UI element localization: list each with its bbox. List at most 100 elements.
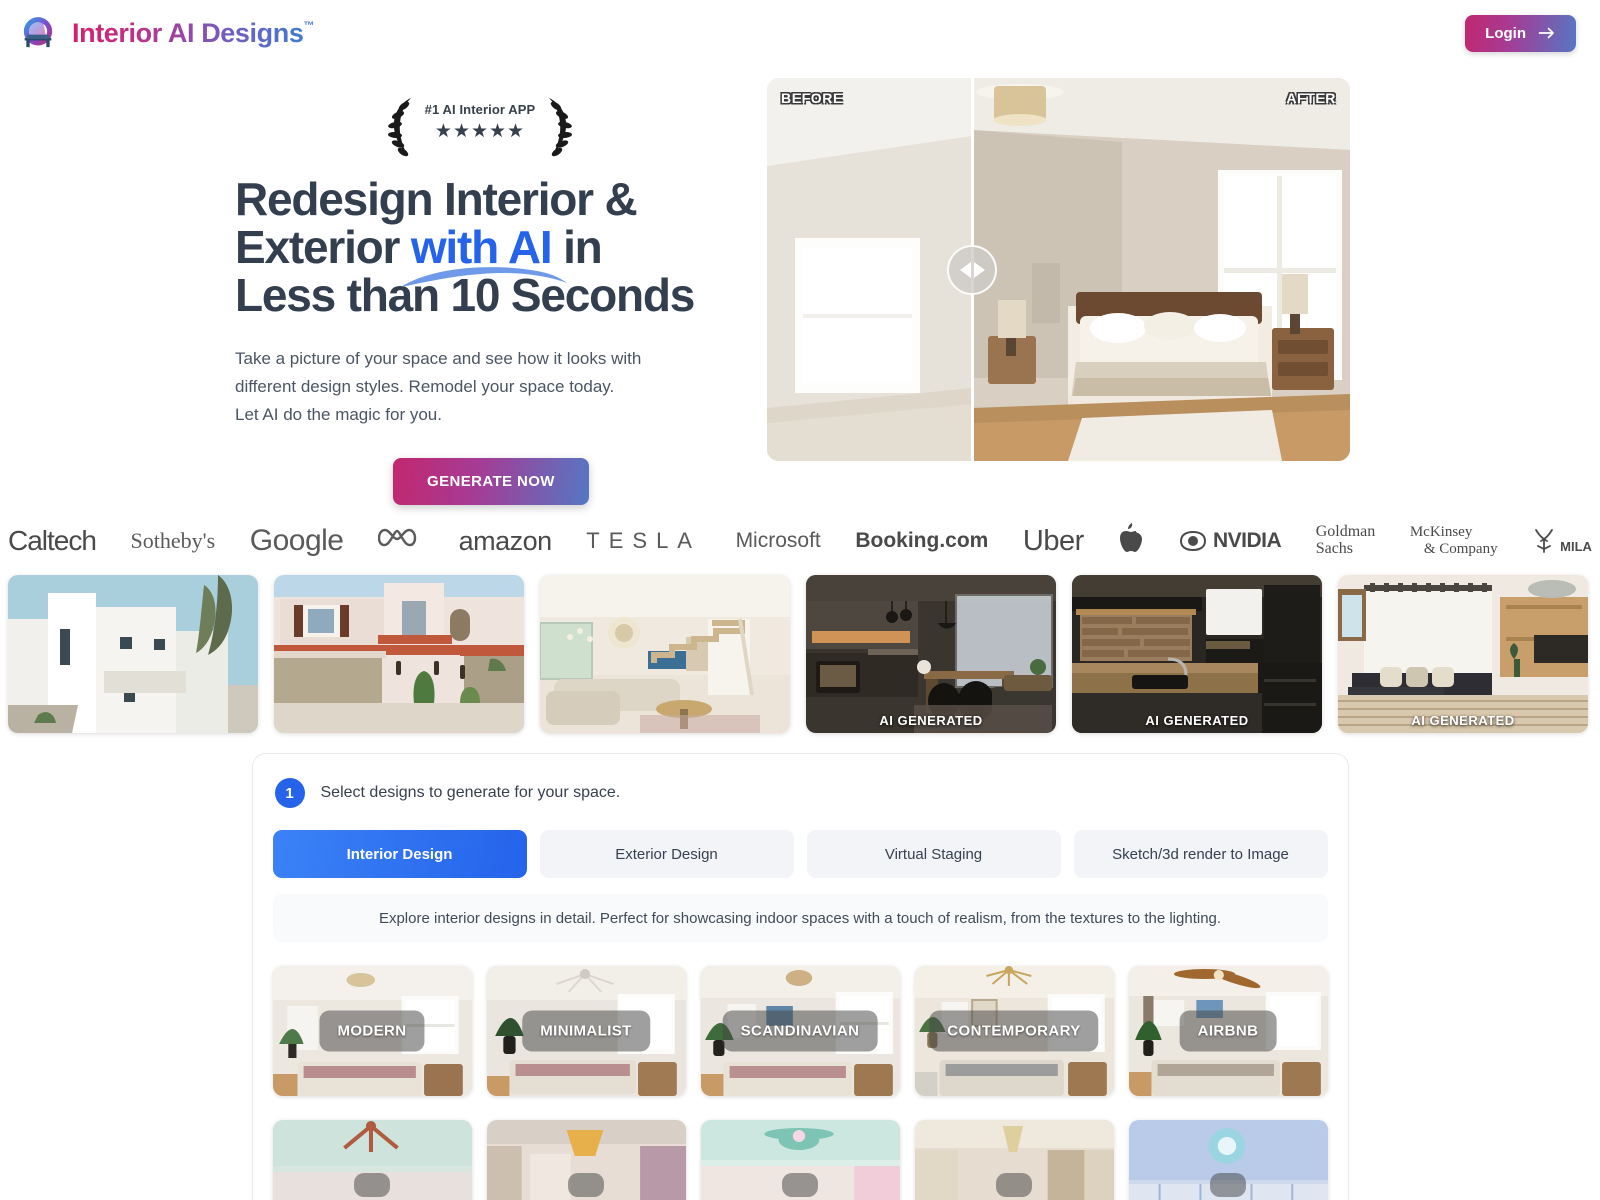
generator-panel-area: 1 Select designs to generate for your sp… [0, 753, 1600, 1200]
after-image [972, 78, 1350, 461]
brand-logo-mila: MILA [1532, 528, 1592, 554]
hero-subtext: Take a picture of your space and see how… [235, 345, 750, 428]
arrow-left-icon [959, 262, 971, 278]
brand-logo-amazon: amazon [458, 525, 553, 556]
style-card-scandinavian[interactable]: SCANDINAVIAN [700, 966, 900, 1097]
meta-infinity-icon [377, 528, 417, 546]
brand-logo-apple [1118, 522, 1144, 560]
style-card-row2[interactable] [700, 1120, 900, 1200]
brand-logo-goldman-sachs: Goldman Sachs [1315, 523, 1376, 558]
login-button[interactable]: Login [1465, 14, 1576, 52]
brand-logo-booking: Booking.com [855, 529, 989, 553]
goldman-line-1: Goldman [1315, 523, 1376, 541]
style-card-label [782, 1173, 818, 1198]
brand-logo-mila-text: MILA [1560, 539, 1592, 555]
mckinsey-line-2: & Company [1423, 541, 1498, 558]
hero-subtext-line-3: Let AI do the magic for you. [235, 404, 442, 424]
tab-description: Explore interior designs in detail. Perf… [272, 894, 1328, 943]
tab-sketch-3d-render[interactable]: Sketch/3d render to Image [1073, 830, 1328, 879]
tab-exterior-design[interactable]: Exterior Design [539, 830, 794, 879]
style-card-row2[interactable] [272, 1120, 472, 1200]
style-card-label: MODERN [319, 1010, 425, 1052]
showcase-gallery: AI GENERATED AI GENERATED AI GENERATED [0, 575, 1600, 734]
after-label: AFTER [1286, 90, 1336, 106]
headline-accent: with AI [400, 221, 567, 287]
brand-logo-sothebys: Sotheby's [130, 528, 216, 554]
gallery-image-interior-sofa-shelf [1338, 575, 1588, 734]
brand-trademark: ™ [303, 19, 315, 32]
brand[interactable]: Interior AI Designs ™ [18, 13, 314, 53]
style-card-label [1210, 1173, 1246, 1198]
brand-logo-google: Google [249, 524, 344, 558]
gallery-item[interactable]: AI GENERATED [1072, 575, 1322, 734]
brand-name: Interior AI Designs ™ [72, 18, 314, 49]
site-header: Interior AI Designs ™ Login [0, 0, 1600, 66]
style-card-label: CONTEMPORARY [929, 1010, 1099, 1052]
step-number-badge: 1 [274, 778, 305, 809]
before-image [767, 78, 972, 461]
interior-ai-logo-icon [23, 17, 53, 48]
gallery-image-interior-dark-kitchen-living [806, 575, 1056, 734]
brand-logo-strip: Caltech Sotheby's Google amazon TESLA Mi… [0, 505, 1600, 573]
step-row: 1 Select designs to generate for your sp… [273, 778, 1328, 809]
gallery-item[interactable] [8, 575, 258, 734]
gallery-image-exterior-spanish-villa [274, 575, 524, 734]
gallery-item-caption: AI GENERATED [1411, 713, 1515, 729]
before-after-slider[interactable]: BEFORE AFTER [767, 78, 1350, 461]
style-card-row2[interactable] [914, 1120, 1114, 1200]
headline-line-1: Redesign Interior & [235, 173, 638, 225]
style-card-airbnb[interactable]: AIRBNB [1128, 966, 1328, 1097]
design-type-tabs: Interior Design Exterior Design Virtual … [272, 830, 1328, 879]
gallery-item[interactable]: AI GENERATED [1338, 575, 1588, 734]
gallery-item[interactable]: AI GENERATED [806, 575, 1056, 734]
nvidia-eye-icon [1179, 531, 1206, 552]
brand-logo-meta [377, 525, 424, 558]
style-card-label [354, 1173, 390, 1198]
hero-subtext-line-2: different design styles. Remodel your sp… [235, 377, 615, 397]
tab-interior-design[interactable]: Interior Design [272, 830, 527, 879]
hero-section: #1 AI Interior APP ★★★★★ Redesign Interi… [0, 66, 1600, 506]
brand-logo-uber: Uber [1022, 524, 1084, 557]
brand-logo-nvidia: NVIDIA [1179, 529, 1282, 553]
brand-name-text: Interior AI Designs [72, 17, 304, 48]
style-card-row2[interactable] [1128, 1120, 1328, 1200]
gallery-image-interior-dark-brick-kitchen [1072, 575, 1322, 734]
headline-line-2-pre: Exterior [235, 220, 411, 273]
style-card-label [568, 1173, 604, 1198]
tab-virtual-staging[interactable]: Virtual Staging [806, 830, 1061, 879]
laurel-right-icon [549, 98, 572, 157]
gallery-item[interactable] [274, 575, 524, 734]
arrow-right-icon [1538, 27, 1554, 39]
gallery-image-interior-living-stairs [540, 575, 790, 734]
style-grid-row-2 [272, 1120, 1328, 1200]
style-grid-row-1: MODERN MINIMALIST SCANDINAVIAN CONTEMPOR… [272, 966, 1328, 1097]
underline-swoosh-icon [400, 266, 567, 287]
style-card-modern[interactable]: MODERN [272, 966, 472, 1097]
mila-mark-icon [1535, 529, 1554, 553]
generate-now-button[interactable]: GENERATE NOW [393, 458, 589, 506]
step-instruction: Select designs to generate for your spac… [320, 784, 621, 802]
page-title: Redesign Interior & Exterior with AI in … [235, 173, 750, 319]
style-card-minimalist[interactable]: MINIMALIST [486, 966, 686, 1097]
mckinsey-line-1: McKinsey [1409, 523, 1473, 540]
brand-logo-mckinsey: McKinsey & Company [1410, 524, 1498, 559]
style-card-label: MINIMALIST [522, 1010, 650, 1052]
style-card-contemporary[interactable]: CONTEMPORARY [914, 966, 1114, 1097]
before-after-handle[interactable] [947, 245, 997, 295]
hero-subtext-line-1: Take a picture of your space and see how… [235, 349, 642, 369]
gallery-item[interactable] [540, 575, 790, 734]
hero-left: #1 AI Interior APP ★★★★★ Redesign Interi… [0, 78, 750, 506]
arrow-right-icon [973, 262, 985, 278]
brand-logo-nvidia-text: NVIDIA [1212, 529, 1282, 553]
cta-wrapper: GENERATE NOW [235, 458, 750, 506]
style-card-label: AIRBNB [1179, 1010, 1277, 1052]
gallery-item-caption: AI GENERATED [879, 713, 983, 729]
award-badge: #1 AI Interior APP ★★★★★ [385, 96, 575, 158]
gallery-image-exterior-white-modern [8, 575, 258, 734]
gallery-item-caption: AI GENERATED [1145, 713, 1249, 729]
style-card-row2[interactable] [486, 1120, 686, 1200]
brand-logo-tesla: TESLA [586, 528, 701, 554]
before-label: BEFORE [781, 90, 843, 106]
login-label: Login [1485, 24, 1526, 42]
brand-logo-caltech: Caltech [8, 525, 97, 557]
